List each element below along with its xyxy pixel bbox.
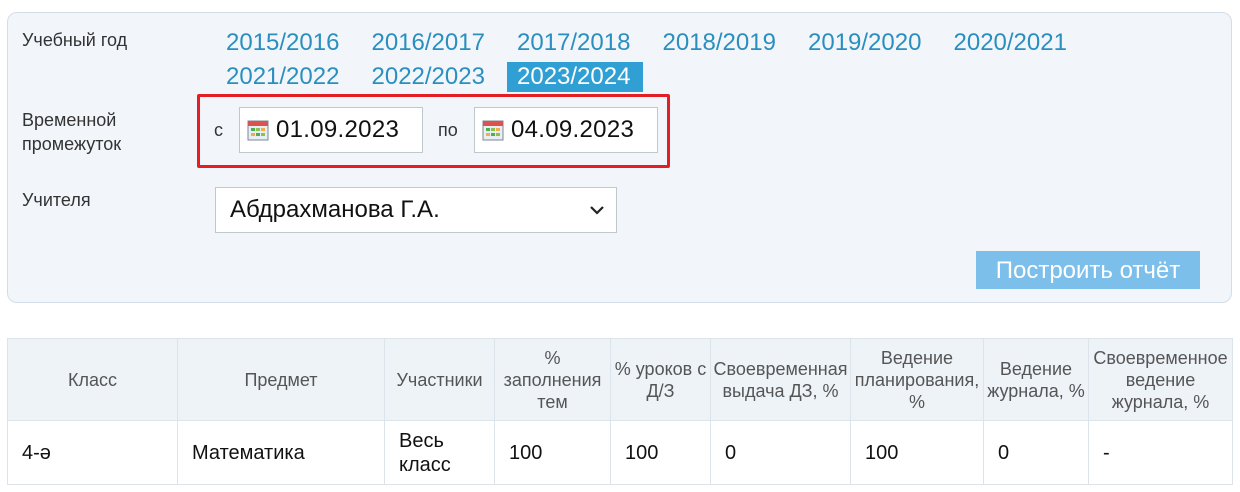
year-link-2020-2021[interactable]: 2020/2021 — [944, 26, 1090, 60]
cell-timely-homework: 0 — [710, 420, 851, 485]
date-to-field[interactable]: 04.09.2023 — [474, 107, 658, 153]
date-to-value: 04.09.2023 — [511, 116, 635, 143]
year-link-2017-2018[interactable]: 2017/2018 — [507, 26, 653, 60]
teacher-select-value: Абдрахманова Г.А. — [230, 196, 440, 223]
column-header-timely-homework: Своевременная выдача ДЗ, % — [710, 338, 851, 421]
column-header-planning: Ведение планирования, % — [850, 338, 984, 421]
column-header-class: Класс — [7, 338, 178, 421]
date-from-value: 01.09.2023 — [276, 116, 400, 143]
column-header-lessons-with-homework: % уроков с Д/З — [610, 338, 711, 421]
calendar-icon[interactable] — [481, 118, 505, 142]
cell-planning: 100 — [850, 420, 984, 485]
cell-participants: Весь класс — [384, 420, 495, 485]
column-header-participants: Участники — [384, 338, 495, 421]
cell-timely-journal: - — [1088, 420, 1233, 485]
column-header-journal: Ведение журнала, % — [983, 338, 1089, 421]
build-report-button[interactable]: Построить отчёт — [976, 251, 1200, 289]
column-header-timely-journal: Своевременное ведение журнала, % — [1088, 338, 1233, 421]
year-selector: 2015/2016 2016/2017 2017/2018 2018/2019 … — [216, 26, 1116, 94]
date-from-field[interactable]: 01.09.2023 — [239, 107, 423, 153]
from-label: с — [214, 120, 223, 140]
year-link-2018-2019[interactable]: 2018/2019 — [653, 26, 799, 60]
report-table: Класс Предмет Участники % заполнения тем… — [7, 338, 1233, 485]
cell-topics-filled: 100 — [494, 420, 611, 485]
column-header-subject: Предмет — [177, 338, 385, 421]
year-link-2015-2016[interactable]: 2015/2016 — [216, 26, 362, 60]
year-link-2016-2017[interactable]: 2016/2017 — [362, 26, 508, 60]
teacher-select[interactable]: Абдрахманова Г.А. — [215, 187, 617, 233]
table-row: 4-ә Математика Весь класс 100 100 0 100 … — [7, 420, 1233, 485]
calendar-icon[interactable] — [246, 118, 270, 142]
cell-lessons-with-homework: 100 — [610, 420, 711, 485]
year-link-2019-2020[interactable]: 2019/2020 — [798, 26, 944, 60]
teacher-label: Учителя — [22, 190, 91, 210]
year-link-2022-2023[interactable]: 2022/2023 — [362, 60, 508, 94]
cell-subject: Математика — [177, 420, 385, 485]
year-link-2021-2022[interactable]: 2021/2022 — [216, 60, 362, 94]
to-label: по — [438, 120, 458, 140]
period-label: Временной промежуток — [22, 110, 122, 154]
cell-class: 4-ә — [7, 420, 178, 485]
year-label: Учебный год — [22, 30, 128, 50]
column-header-topics-filled: % заполнения тем — [494, 338, 611, 421]
cell-journal: 0 — [983, 420, 1089, 485]
chevron-down-icon — [590, 206, 604, 215]
table-header-row: Класс Предмет Участники % заполнения тем… — [7, 338, 1233, 421]
year-link-2023-2024-active[interactable]: 2023/2024 — [507, 62, 643, 92]
